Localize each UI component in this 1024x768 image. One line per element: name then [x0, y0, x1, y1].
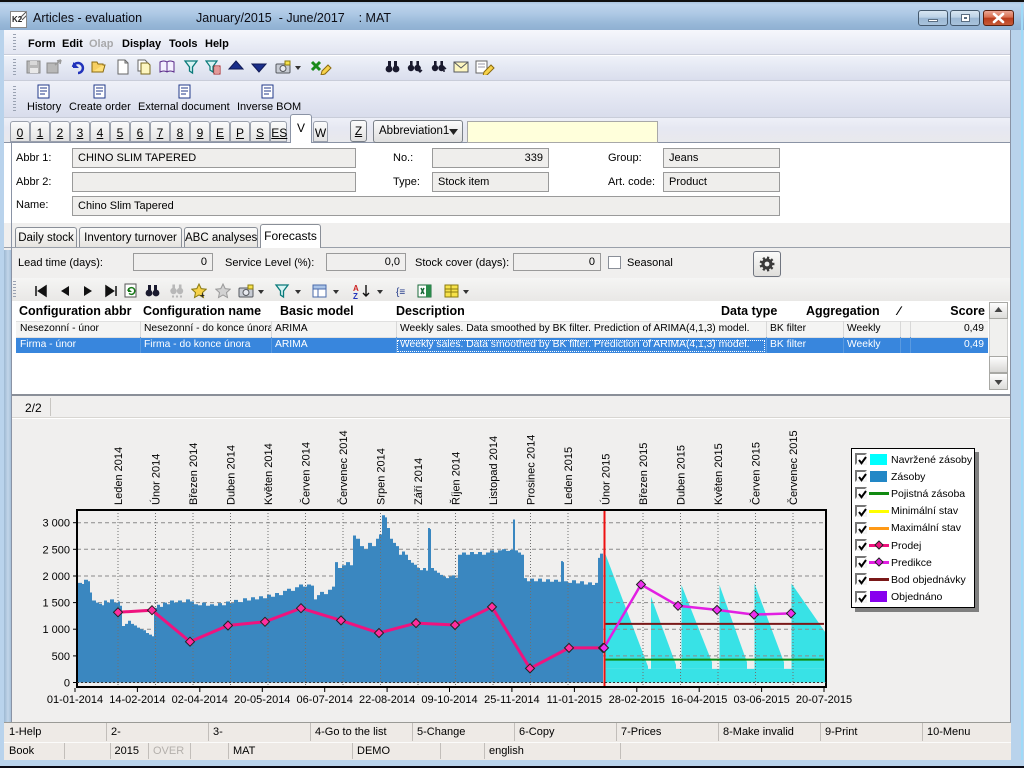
- svg-text:Březen 2014: Březen 2014: [188, 443, 200, 505]
- svg-text:02-04-2014: 02-04-2014: [172, 694, 228, 706]
- svg-text:03-06-2015: 03-06-2015: [733, 694, 789, 706]
- svg-text:3 000: 3 000: [42, 518, 70, 530]
- svg-text:500: 500: [52, 651, 70, 663]
- svg-text:01-01-2014: 01-01-2014: [47, 694, 103, 706]
- svg-text:20-07-2015: 20-07-2015: [796, 694, 852, 706]
- svg-text:09-10-2014: 09-10-2014: [421, 694, 477, 706]
- svg-text:28-02-2015: 28-02-2015: [609, 694, 665, 706]
- svg-text:Březen 2015: Březen 2015: [638, 443, 650, 505]
- svg-text:Listopad 2014: Listopad 2014: [488, 436, 500, 505]
- svg-text:0: 0: [64, 678, 70, 690]
- svg-text:06-07-2014: 06-07-2014: [297, 694, 353, 706]
- svg-text:+: +: [200, 291, 205, 299]
- svg-text:Duben 2014: Duben 2014: [226, 445, 238, 505]
- svg-text:22-08-2014: 22-08-2014: [359, 694, 415, 706]
- svg-text:Červen 2015: Červen 2015: [750, 442, 763, 505]
- svg-text:Říjen 2014: Říjen 2014: [450, 452, 463, 505]
- svg-text:Leden 2014: Leden 2014: [113, 447, 125, 505]
- svg-text:1 000: 1 000: [42, 624, 70, 636]
- svg-text:Únor 2014: Únor 2014: [150, 454, 163, 505]
- svg-text:Z: Z: [353, 292, 358, 299]
- svg-text:16-04-2015: 16-04-2015: [671, 694, 727, 706]
- svg-text:Duben 2015: Duben 2015: [676, 445, 688, 505]
- svg-text:Září 2014: Září 2014: [413, 458, 425, 505]
- svg-text:14-02-2014: 14-02-2014: [109, 694, 165, 706]
- svg-text:Únor 2015: Únor 2015: [600, 454, 613, 505]
- svg-text:Červenec 2015: Červenec 2015: [787, 430, 800, 505]
- svg-text:2 000: 2 000: [42, 571, 70, 583]
- svg-text:Prosinec 2014: Prosinec 2014: [526, 435, 538, 505]
- svg-text:Srpen 2014: Srpen 2014: [376, 448, 388, 505]
- svg-text:25-11-2014: 25-11-2014: [484, 694, 539, 706]
- svg-text:1 500: 1 500: [42, 598, 70, 610]
- svg-text:{≡: {≡: [396, 287, 405, 298]
- svg-text:Květen 2015: Květen 2015: [713, 443, 725, 505]
- svg-text:20-05-2014: 20-05-2014: [234, 694, 290, 706]
- svg-text:2 500: 2 500: [42, 544, 70, 556]
- svg-text:Červen 2014: Červen 2014: [300, 442, 313, 505]
- svg-text:Červenec 2014: Červenec 2014: [337, 430, 350, 505]
- svg-text:Leden 2015: Leden 2015: [563, 447, 575, 505]
- svg-text:Květen 2014: Květen 2014: [263, 443, 275, 505]
- svg-text:11-01-2015: 11-01-2015: [547, 694, 602, 706]
